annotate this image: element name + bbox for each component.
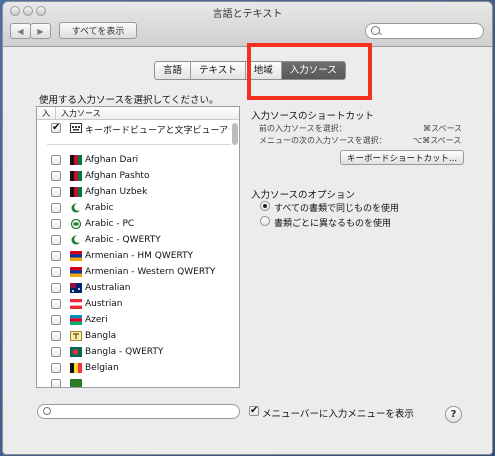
enable-checkbox[interactable] xyxy=(51,363,61,373)
afghanistan-flag-icon xyxy=(70,187,82,197)
prev-source-label: 前の入力ソースを選択： xyxy=(259,124,347,133)
enable-checkbox[interactable] xyxy=(51,299,61,309)
australia-flag-icon xyxy=(70,283,82,293)
search-icon xyxy=(43,407,51,415)
enable-checkbox[interactable] xyxy=(51,283,61,293)
highlight-annotation xyxy=(247,43,372,100)
list-item-label: Afghan Pashto xyxy=(85,171,150,181)
next-source-key: ⌥⌘スペース xyxy=(413,136,462,145)
list-item-label: Arabic - QWERTY xyxy=(85,235,161,245)
keyboard-shortcuts-button[interactable]: キーボードショートカット... xyxy=(340,150,464,165)
radio-same-for-all-label: すべての書類で同じものを使用 xyxy=(274,204,400,214)
crescent-icon xyxy=(71,235,82,245)
list-item-label: Austrian xyxy=(85,299,123,309)
austria-flag-icon xyxy=(70,299,82,309)
azerbaijan-flag-icon xyxy=(70,315,82,325)
show-all-button[interactable]: すべてを表示 xyxy=(59,22,137,39)
enable-checkbox[interactable] xyxy=(51,315,61,325)
list-item-label: キーボードビューアと文字ビューア xyxy=(85,126,229,136)
list-item[interactable]: Armenian - Western QWERTY xyxy=(37,265,229,281)
enable-checkbox[interactable] xyxy=(51,171,61,181)
list-item[interactable]: Arabic - PC xyxy=(37,217,229,233)
window-title: 言語とテキスト xyxy=(212,9,283,20)
list-item[interactable]: Armenian - HM QWERTY xyxy=(37,249,229,265)
list-item[interactable]: Arabic xyxy=(37,201,229,217)
title-bar: 言語とテキスト ◀ ▶ すべてを表示 xyxy=(3,2,492,47)
search-icon xyxy=(371,26,380,35)
list-item[interactable]: ✔ キーボードビューアと文字ビューア xyxy=(37,121,229,137)
enable-checkbox[interactable] xyxy=(51,235,61,245)
radio-same-for-all[interactable] xyxy=(260,201,270,211)
enable-checkbox[interactable] xyxy=(51,251,61,261)
enable-checkbox[interactable] xyxy=(51,203,61,213)
input-source-list[interactable]: 入 入力ソース ✔ キーボードビューアと文字ビューア Afghan Dari A… xyxy=(36,106,240,388)
preferences-window: 言語とテキスト ◀ ▶ すべてを表示 言語 テキスト 地域 入力ソース 使用する… xyxy=(3,2,492,454)
show-input-menu-label: メニューバーに入力メニューを表示 xyxy=(262,409,414,420)
bangladesh-flag-icon xyxy=(70,347,82,357)
crescent-pc-icon xyxy=(70,219,82,229)
belgium-flag-icon xyxy=(70,363,82,373)
tab-text[interactable]: テキスト xyxy=(191,62,246,79)
list-item[interactable]: Afghan Pashto xyxy=(37,169,229,185)
list-item[interactable]: Belgian xyxy=(37,361,229,377)
list-item[interactable]: Afghan Uzbek xyxy=(37,185,229,201)
input-source-heading: 使用する入力ソースを選択してください。 xyxy=(39,95,219,106)
afghanistan-flag-icon xyxy=(70,155,82,165)
list-item[interactable]: Arabic - QWERTY xyxy=(37,233,229,249)
enable-checkbox[interactable] xyxy=(51,267,61,277)
enable-checkbox[interactable] xyxy=(51,331,61,341)
list-item[interactable]: Afghan Dari xyxy=(37,153,229,169)
list-item-label: Armenian - Western QWERTY xyxy=(85,267,216,277)
radio-per-document[interactable] xyxy=(260,216,270,226)
list-item-label: Australian xyxy=(85,283,131,293)
list-header: 入 入力ソース xyxy=(37,107,239,120)
enable-checkbox[interactable] xyxy=(51,219,61,229)
options-heading: 入力ソースのオプション xyxy=(251,190,356,201)
flag-icon xyxy=(70,379,82,387)
back-button[interactable]: ◀ xyxy=(10,23,31,39)
prev-source-key: ⌘スペース xyxy=(423,124,463,133)
column-divider xyxy=(55,107,56,119)
toolbar-search-field[interactable] xyxy=(365,23,484,39)
enable-checkbox[interactable] xyxy=(51,187,61,197)
list-item-label: Bangla - QWERTY xyxy=(85,347,164,357)
enable-checkbox[interactable]: ✔ xyxy=(51,123,61,133)
enable-checkbox[interactable] xyxy=(51,379,61,387)
enable-checkbox[interactable] xyxy=(51,155,61,165)
list-item-label: Afghan Dari xyxy=(85,155,139,165)
afghanistan-flag-icon xyxy=(70,171,82,181)
list-item[interactable]: Bangla xyxy=(37,329,229,345)
list-item-label: Azeri xyxy=(85,315,108,325)
radio-per-document-label: 書類ごとに異なるものを使用 xyxy=(274,219,392,229)
list-item[interactable]: Australian xyxy=(37,281,229,297)
armenia-flag-icon xyxy=(70,267,82,277)
list-item-label: Arabic - PC xyxy=(85,219,135,229)
forward-button[interactable]: ▶ xyxy=(30,23,51,39)
list-search-field[interactable] xyxy=(37,404,240,419)
list-item[interactable]: Austrian xyxy=(37,297,229,313)
shortcuts-heading: 入力ソースのショートカット xyxy=(251,111,375,122)
list-separator xyxy=(47,144,231,145)
list-item[interactable]: Azeri xyxy=(37,313,229,329)
enable-checkbox[interactable] xyxy=(51,347,61,357)
list-item-label: Arabic xyxy=(85,203,114,213)
list-item[interactable]: Bangla - QWERTY xyxy=(37,345,229,361)
list-item-label: Bangla xyxy=(85,331,117,341)
next-source-label: メニューの次の入力ソースを選択： xyxy=(259,136,387,145)
column-header-source[interactable]: 入力ソース xyxy=(61,108,101,119)
show-input-menu-checkbox[interactable]: ✔ xyxy=(249,406,259,416)
list-item-label: Belgian xyxy=(85,363,119,373)
armenia-flag-icon xyxy=(70,251,82,261)
list-item-label: Afghan Uzbek xyxy=(85,187,148,197)
tab-language[interactable]: 言語 xyxy=(155,62,192,79)
list-scrollbar[interactable] xyxy=(230,120,239,387)
keyboard-viewer-icon xyxy=(70,123,82,133)
list-item-label: Armenian - HM QWERTY xyxy=(85,251,194,261)
bangla-icon xyxy=(70,331,82,341)
column-header-on[interactable]: 入 xyxy=(42,108,50,119)
list-item-partial[interactable] xyxy=(37,377,229,387)
scroll-thumb[interactable] xyxy=(232,123,238,145)
help-button[interactable]: ? xyxy=(445,406,462,423)
crescent-icon xyxy=(71,203,82,213)
